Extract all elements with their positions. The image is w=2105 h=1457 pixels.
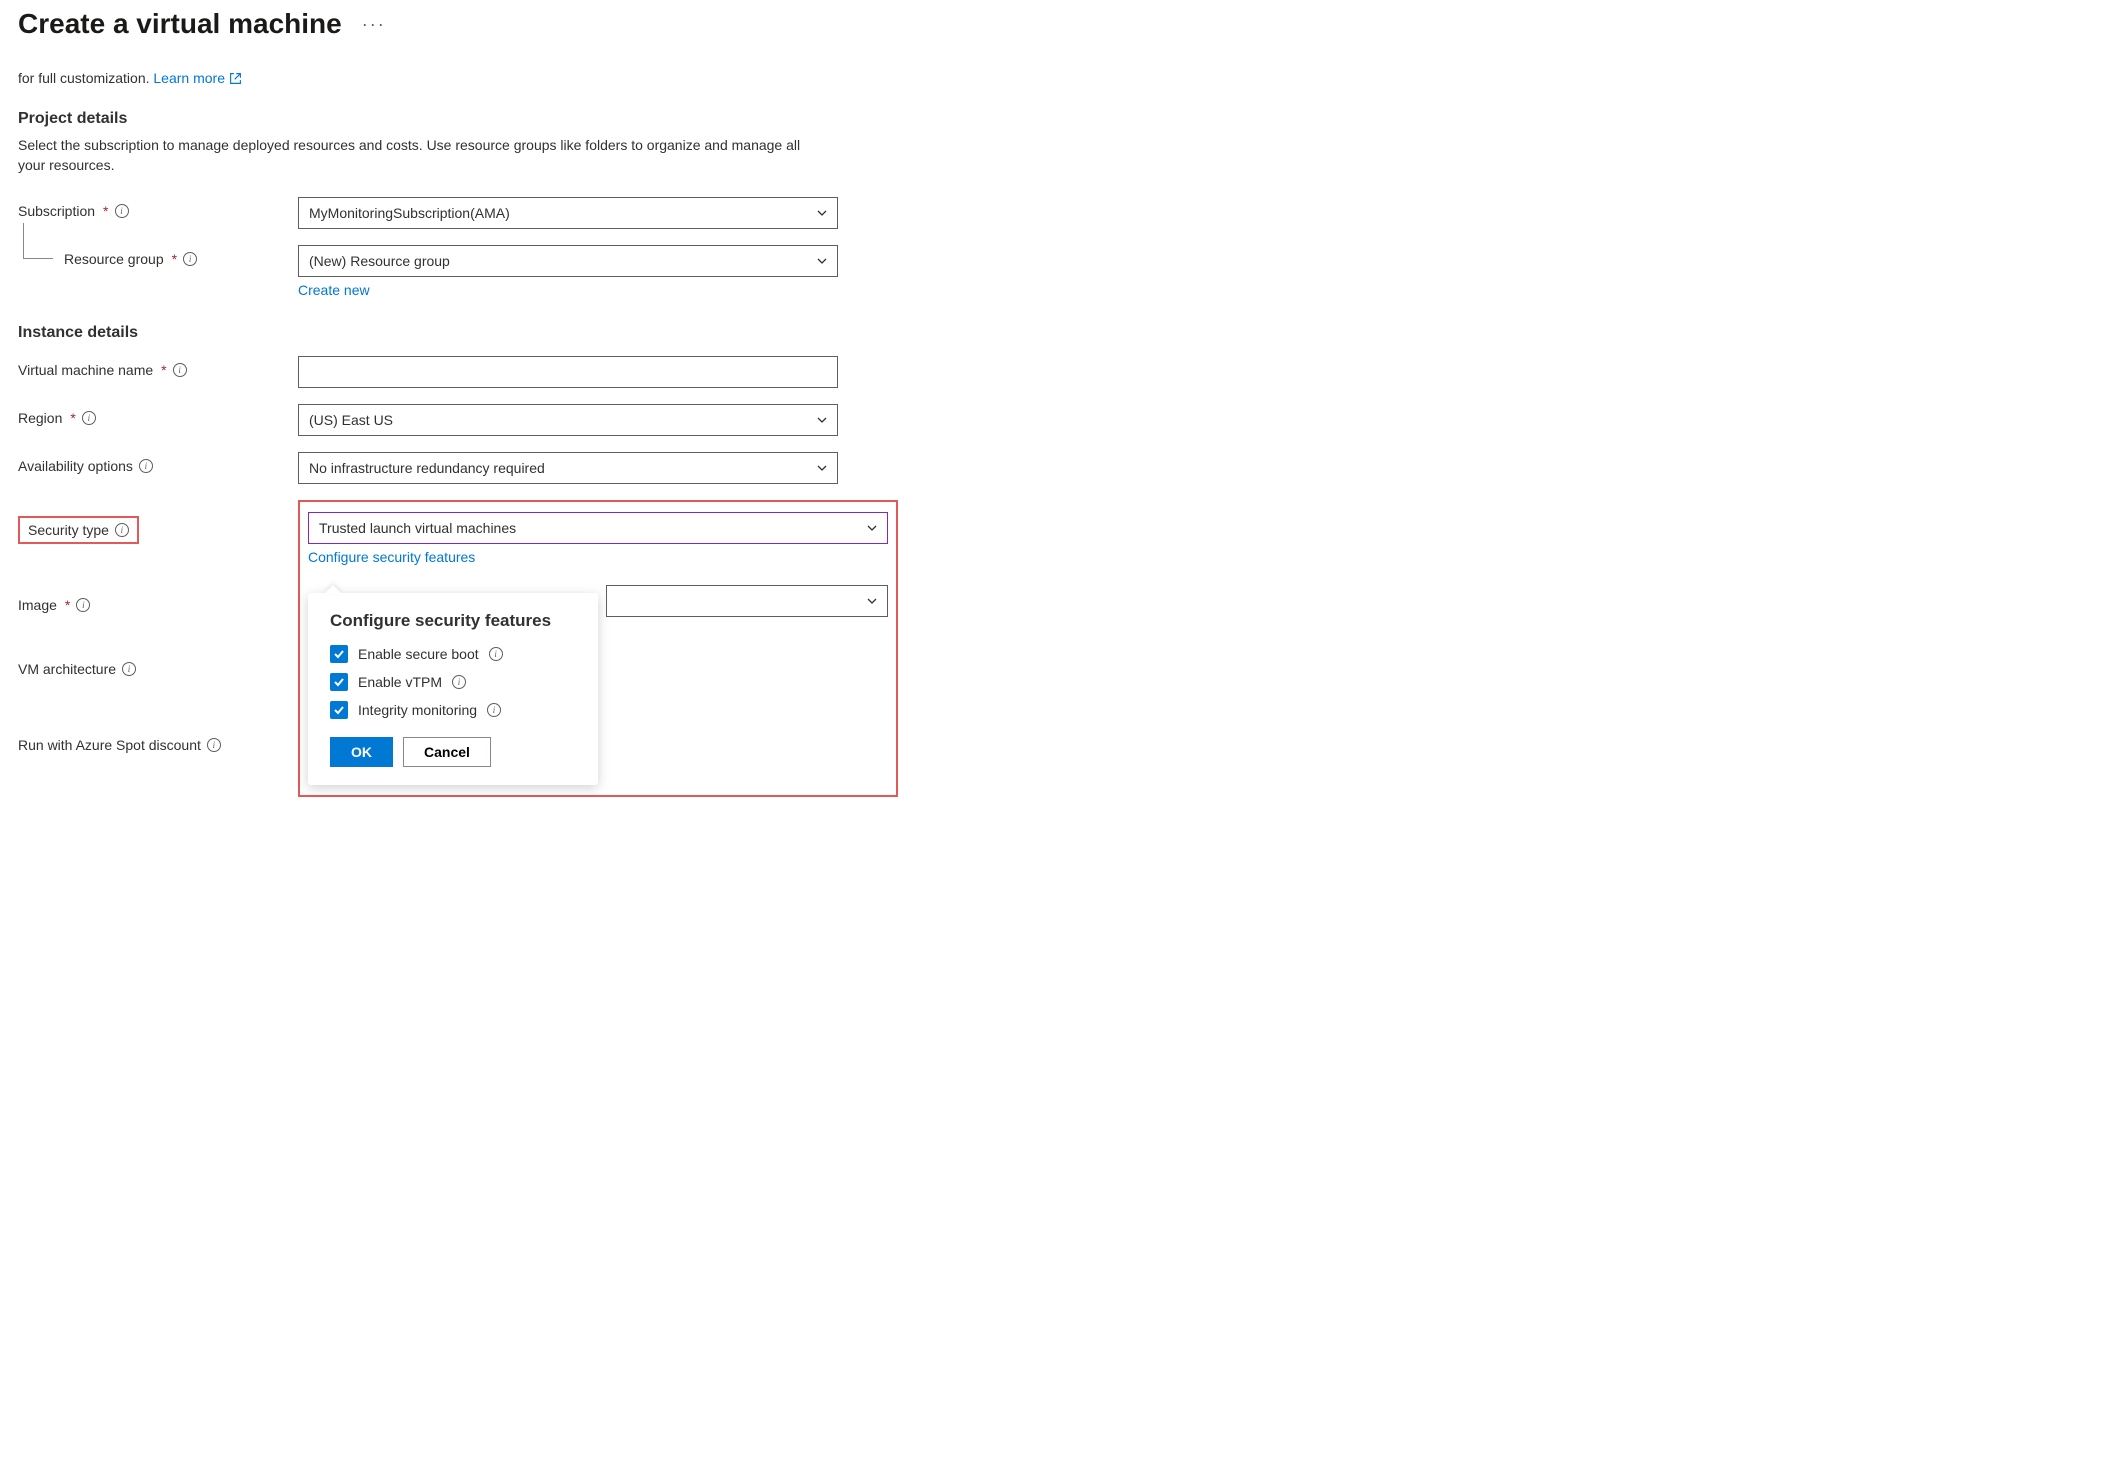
security-highlight-box: Trusted launch virtual machines Configur…: [298, 500, 898, 797]
hierarchy-line: [23, 223, 53, 259]
integrity-label: Integrity monitoring: [358, 702, 477, 718]
page-title: Create a virtual machine: [18, 8, 342, 40]
required-indicator: *: [161, 362, 166, 378]
required-indicator: *: [70, 410, 75, 426]
vm-name-label: Virtual machine name: [18, 362, 153, 378]
learn-more-link[interactable]: Learn more: [153, 70, 242, 86]
info-icon[interactable]: i: [139, 459, 153, 473]
info-icon[interactable]: i: [115, 204, 129, 218]
subscription-select[interactable]: MyMonitoringSubscription(AMA): [298, 197, 838, 229]
vtpm-checkbox[interactable]: [330, 673, 348, 691]
vtpm-label: Enable vTPM: [358, 674, 442, 690]
ok-button[interactable]: OK: [330, 737, 393, 767]
resource-group-select[interactable]: (New) Resource group: [298, 245, 838, 277]
create-new-link[interactable]: Create new: [298, 282, 370, 298]
availability-label: Availability options: [18, 458, 133, 474]
secure-boot-checkbox[interactable]: [330, 645, 348, 663]
secure-boot-label: Enable secure boot: [358, 646, 479, 662]
availability-select[interactable]: No infrastructure redundancy required: [298, 452, 838, 484]
instance-details-heading: Instance details: [18, 324, 2087, 342]
region-select[interactable]: (US) East US: [298, 404, 838, 436]
info-icon[interactable]: i: [487, 703, 501, 717]
required-indicator: *: [65, 597, 70, 613]
info-icon[interactable]: i: [173, 363, 187, 377]
external-link-icon: [229, 72, 242, 85]
info-icon[interactable]: i: [82, 411, 96, 425]
resource-group-label: Resource group: [64, 251, 164, 267]
security-type-select[interactable]: Trusted launch virtual machines: [308, 512, 888, 544]
cancel-button[interactable]: Cancel: [403, 737, 491, 767]
info-icon[interactable]: i: [115, 523, 129, 537]
project-details-desc: Select the subscription to manage deploy…: [18, 136, 818, 175]
security-type-label-highlight: Security type i: [18, 516, 139, 544]
security-features-popover: Configure security features Enable secur…: [308, 593, 598, 785]
vm-name-input[interactable]: [298, 356, 838, 388]
info-icon[interactable]: i: [452, 675, 466, 689]
popover-title: Configure security features: [330, 611, 576, 631]
project-details-heading: Project details: [18, 110, 2087, 128]
security-type-label: Security type: [28, 522, 109, 538]
image-select[interactable]: [606, 585, 888, 617]
info-icon[interactable]: i: [207, 738, 221, 752]
configure-security-link[interactable]: Configure security features: [308, 549, 475, 565]
info-icon[interactable]: i: [489, 647, 503, 661]
region-label: Region: [18, 410, 62, 426]
integrity-checkbox[interactable]: [330, 701, 348, 719]
required-indicator: *: [103, 203, 108, 219]
vm-architecture-label: VM architecture: [18, 661, 116, 677]
more-actions-icon[interactable]: ···: [362, 14, 386, 35]
intro-text: for full customization.: [18, 70, 153, 86]
info-icon[interactable]: i: [183, 252, 197, 266]
subscription-label: Subscription: [18, 203, 95, 219]
image-label: Image: [18, 597, 57, 613]
spot-discount-label: Run with Azure Spot discount: [18, 737, 201, 753]
required-indicator: *: [172, 251, 177, 267]
